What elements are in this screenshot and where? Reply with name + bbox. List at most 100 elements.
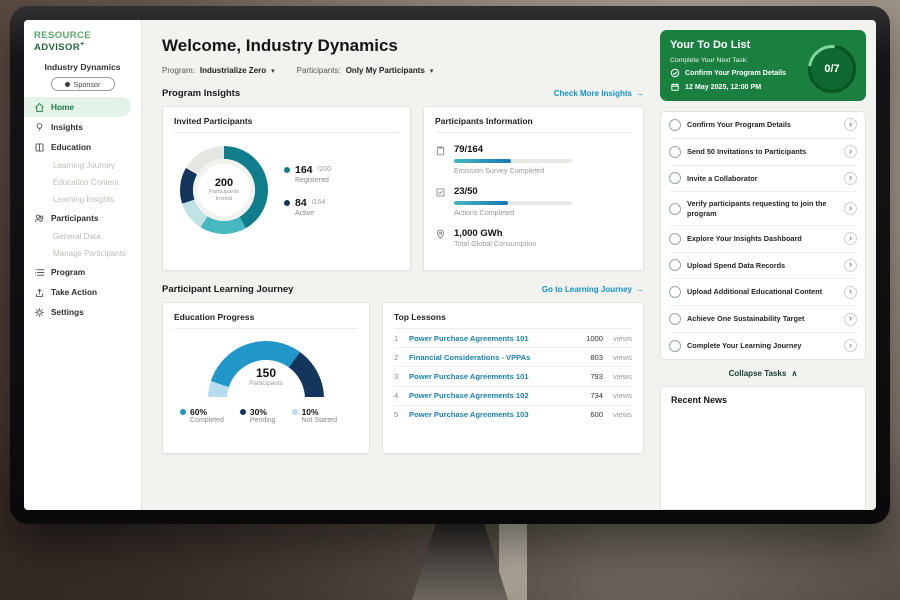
sidebar-item-general-data[interactable]: General Data bbox=[24, 228, 141, 245]
lesson-row: 5 Power Purchase Agreements 103 600 view… bbox=[394, 406, 632, 424]
stat-label: Total Global Consumption bbox=[454, 239, 536, 248]
todo-progress-ring: 0/7 bbox=[808, 45, 856, 93]
sidebar-nav: Home Insights Education Learning Journey… bbox=[24, 97, 141, 322]
lesson-views: 803 bbox=[590, 353, 603, 362]
collapse-label: Collapse Tasks bbox=[729, 369, 787, 378]
stat-value: 1,000 GWh bbox=[454, 228, 536, 239]
lesson-views: 1000 bbox=[586, 334, 603, 343]
chevron-right-icon[interactable]: › bbox=[844, 118, 857, 131]
participants-select[interactable]: Participants: Only My Participants ▾ bbox=[297, 66, 434, 75]
stat-global-consumption: 1,000 GWh Total Global Consumption bbox=[435, 228, 632, 248]
legend-dot-navy bbox=[240, 409, 246, 415]
lesson-title-link[interactable]: Power Purchase Agreements 102 bbox=[409, 391, 583, 400]
task-checkbox[interactable] bbox=[669, 233, 681, 245]
sidebar: RESOURCE ADVISOR+ Industry Dynamics Spon… bbox=[24, 20, 142, 510]
donut-center: 200 Participants Invited bbox=[193, 159, 255, 221]
chevron-right-icon[interactable]: › bbox=[844, 232, 857, 245]
logo-text-secondary: ADVISOR bbox=[34, 42, 80, 53]
check-more-insights-link[interactable]: Check More Insights → bbox=[554, 89, 644, 98]
sidebar-item-label: Settings bbox=[51, 307, 84, 317]
sidebar-item-education[interactable]: Education bbox=[24, 137, 141, 157]
task-checkbox[interactable] bbox=[669, 286, 681, 298]
task-checkbox[interactable] bbox=[669, 259, 681, 271]
recent-news-header: Recent News bbox=[660, 386, 866, 510]
legend-dot-lightblue bbox=[292, 409, 298, 415]
collapse-tasks-button[interactable]: Collapse Tasks ∧ bbox=[660, 369, 866, 378]
list-icon bbox=[34, 267, 45, 278]
task-checkbox[interactable] bbox=[669, 203, 681, 215]
sidebar-item-education-content[interactable]: Education Content bbox=[24, 174, 141, 191]
task-checkbox[interactable] bbox=[669, 146, 681, 158]
lesson-rank: 1 bbox=[394, 334, 402, 343]
task-label: Invite a Collaborator bbox=[687, 174, 838, 184]
sidebar-item-program[interactable]: Program bbox=[24, 262, 141, 282]
chevron-right-icon[interactable]: › bbox=[844, 145, 857, 158]
task-row-confirm-program[interactable]: Confirm Your Program Details › bbox=[669, 112, 857, 139]
education-legend: 60% Completed 30% Pending 10% Not Starte… bbox=[174, 407, 358, 424]
sponsor-badge[interactable]: Sponsor bbox=[51, 77, 115, 91]
task-checkbox[interactable] bbox=[669, 313, 681, 325]
lesson-row: 4 Power Purchase Agreements 102 734 view… bbox=[394, 387, 632, 406]
invited-donut-chart: 200 Participants Invited bbox=[180, 146, 268, 234]
stat-value: 79/164 bbox=[454, 144, 572, 155]
task-row-invite-collaborator[interactable]: Invite a Collaborator › bbox=[669, 166, 857, 193]
task-row-complete-learning-journey[interactable]: Complete Your Learning Journey › bbox=[669, 333, 857, 359]
sidebar-item-manage-participants[interactable]: Manage Participants bbox=[24, 245, 141, 262]
lesson-title-link[interactable]: Financial Considerations - VPPAs bbox=[409, 353, 583, 362]
sidebar-item-settings[interactable]: Settings bbox=[24, 302, 141, 322]
progress-bar bbox=[454, 201, 572, 205]
education-gauge-chart: 150 Participants bbox=[208, 341, 324, 397]
todo-due-date-label: 12 May 2025, 12:00 PM bbox=[685, 83, 761, 91]
task-row-explore-insights[interactable]: Explore Your Insights Dashboard › bbox=[669, 226, 857, 253]
task-checkbox[interactable] bbox=[669, 172, 681, 184]
education-progress-card: Education Progress 150 Participants 60% … bbox=[162, 302, 370, 454]
invited-participants-card: Invited Participants 200 Participants In… bbox=[162, 106, 411, 271]
card-title: Education Progress bbox=[174, 312, 358, 329]
gauge-value: 150 bbox=[208, 366, 324, 380]
task-row-achieve-target[interactable]: Achieve One Sustainability Target › bbox=[669, 306, 857, 333]
lesson-title-link[interactable]: Power Purchase Agreements 101 bbox=[409, 372, 583, 381]
todo-task-list: Confirm Your Program Details › Send 50 I… bbox=[660, 111, 866, 360]
stat-value: 23/50 bbox=[454, 186, 572, 197]
legend-value: 84 bbox=[295, 197, 307, 209]
legend-item-active: 84 /164 Active bbox=[284, 197, 331, 217]
chevron-right-icon[interactable]: › bbox=[844, 172, 857, 185]
gauge-center: 150 Participants bbox=[208, 366, 324, 387]
go-to-learning-journey-link[interactable]: Go to Learning Journey → bbox=[542, 285, 644, 294]
progress-bar bbox=[454, 159, 572, 163]
donut-center-label-1: Participants bbox=[209, 189, 239, 196]
task-row-upload-educational-content[interactable]: Upload Additional Educational Content › bbox=[669, 279, 857, 306]
task-label: Verify participants requesting to join t… bbox=[687, 199, 838, 219]
chevron-down-icon: ▾ bbox=[271, 67, 275, 75]
task-checkbox[interactable] bbox=[669, 340, 681, 352]
participants-information-card: Participants Information 79/164 Emission… bbox=[423, 106, 644, 271]
chevron-right-icon[interactable]: › bbox=[844, 202, 857, 215]
sidebar-item-label: Take Action bbox=[51, 287, 97, 297]
stat-label: Emission Survey Completed bbox=[454, 166, 572, 175]
sidebar-item-take-action[interactable]: Take Action bbox=[24, 282, 141, 302]
sidebar-item-learning-journey[interactable]: Learning Journey bbox=[24, 157, 141, 174]
lesson-row: 1 Power Purchase Agreements 101 1000 vie… bbox=[394, 329, 632, 348]
card-title: Invited Participants bbox=[174, 116, 399, 133]
task-row-verify-participants[interactable]: Verify participants requesting to join t… bbox=[669, 192, 857, 225]
chevron-right-icon[interactable]: › bbox=[844, 339, 857, 352]
lesson-views: 600 bbox=[590, 410, 603, 419]
sidebar-item-participants[interactable]: Participants bbox=[24, 208, 141, 228]
chevron-right-icon[interactable]: › bbox=[844, 286, 857, 299]
task-row-upload-spend-data[interactable]: Upload Spend Data Records › bbox=[669, 253, 857, 280]
chevron-right-icon[interactable]: › bbox=[844, 259, 857, 272]
arrow-right-icon: → bbox=[636, 285, 644, 294]
dashboard-screen: RESOURCE ADVISOR+ Industry Dynamics Spon… bbox=[24, 20, 876, 510]
lesson-title-link[interactable]: Power Purchase Agreements 101 bbox=[409, 334, 579, 343]
sidebar-item-learning-insights[interactable]: Learning Insights bbox=[24, 191, 141, 208]
todo-summary-card: Your To Do List Complete Your Next Task:… bbox=[660, 30, 866, 101]
sidebar-item-home[interactable]: Home bbox=[24, 97, 131, 117]
chevron-right-icon[interactable]: › bbox=[844, 313, 857, 326]
legend-value: 10% bbox=[302, 407, 319, 417]
lesson-title-link[interactable]: Power Purchase Agreements 103 bbox=[409, 410, 583, 419]
task-checkbox[interactable] bbox=[669, 119, 681, 131]
task-row-send-invitations[interactable]: Send 50 Invitations to Participants › bbox=[669, 139, 857, 166]
sidebar-item-insights[interactable]: Insights bbox=[24, 117, 141, 137]
lesson-views: 734 bbox=[590, 391, 603, 400]
program-select[interactable]: Program: Industrialize Zero ▾ bbox=[162, 66, 275, 75]
